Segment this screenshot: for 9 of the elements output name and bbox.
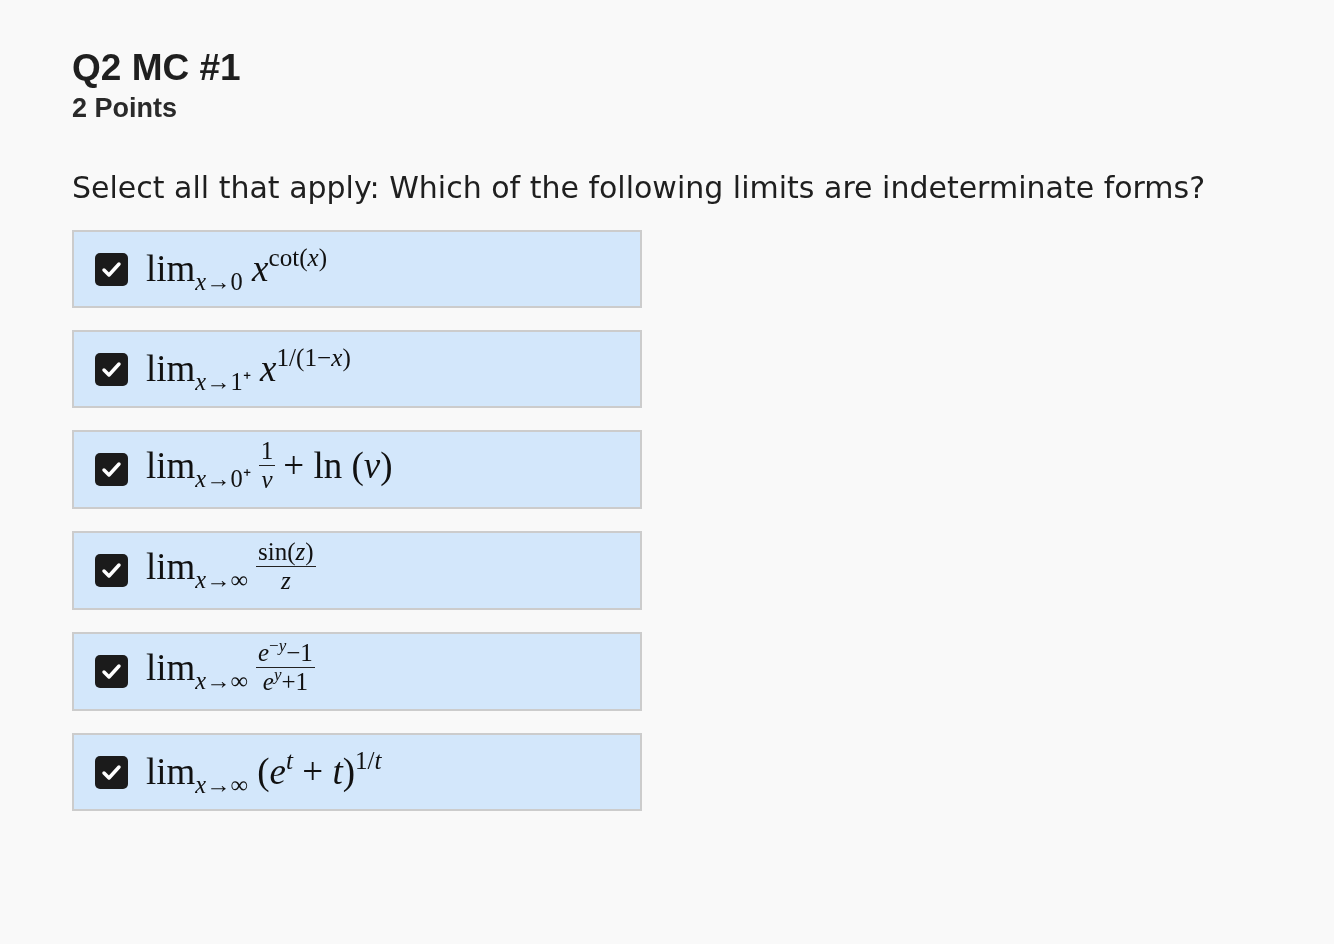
checkbox[interactable] [95, 453, 128, 486]
checkbox[interactable] [95, 755, 128, 789]
checkbox[interactable] [95, 554, 128, 587]
checkbox[interactable] [95, 655, 128, 688]
question-title: Q2 MC #1 [72, 46, 241, 90]
checkbox[interactable] [95, 252, 128, 286]
question-text: Select all that apply: Which of the following limits are indeterminate forms? [72, 169, 1206, 207]
points-label: 2 Points [72, 92, 178, 124]
checkbox[interactable] [95, 352, 128, 386]
